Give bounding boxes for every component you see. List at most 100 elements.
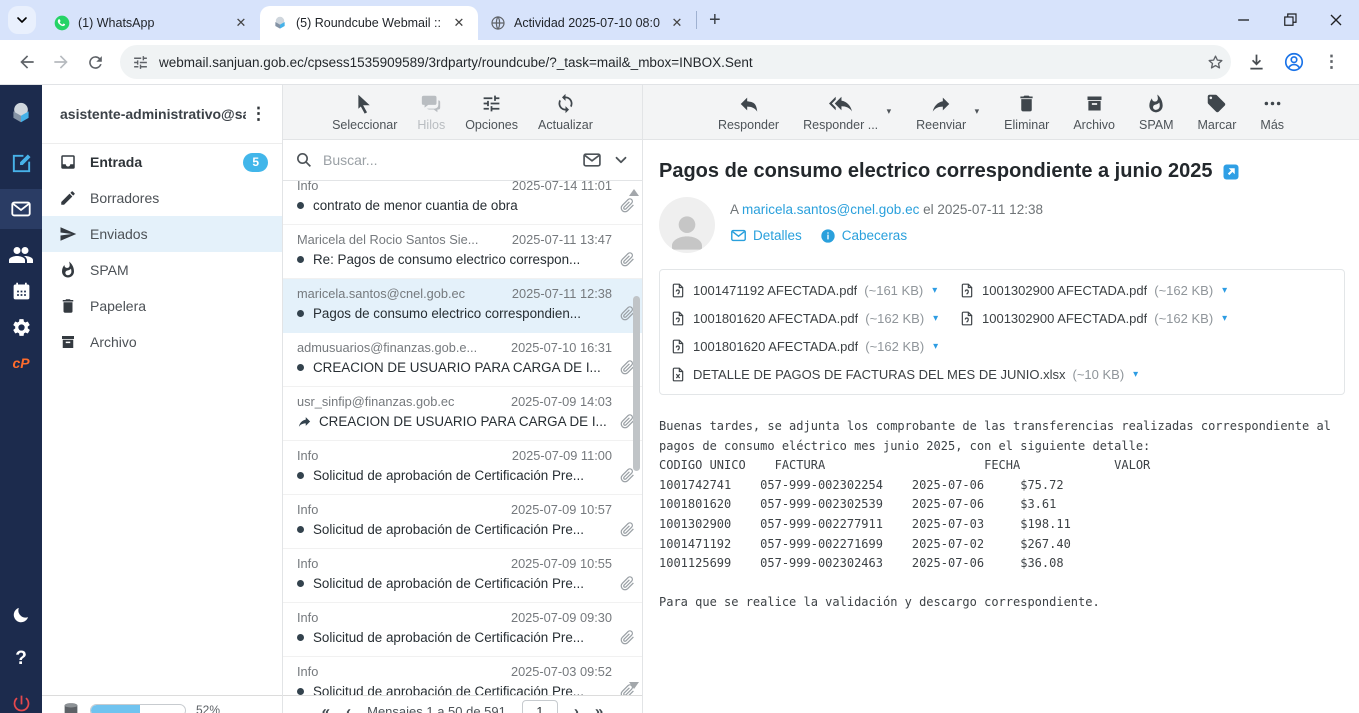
reply-button[interactable]: Responder [718, 93, 779, 132]
page-input[interactable] [522, 700, 558, 713]
attachment-item[interactable]: 1001302900 AFECTADA.pdf (~162 KB) ▾ [959, 304, 1248, 332]
sliders-icon [481, 93, 502, 115]
unread-dot [297, 472, 304, 479]
message-row[interactable]: admusuarios@finanzas.gob.e...2025-07-10 … [283, 333, 642, 387]
mark-button[interactable]: Marcar [1198, 93, 1237, 132]
attachment-menu-icon[interactable]: ▾ [1222, 285, 1227, 296]
headers-link[interactable]: Cabeceras [820, 228, 907, 244]
more-button[interactable]: Más [1260, 93, 1284, 132]
message-toolbar: Responder Responder ... ▾ Reenviar ▾ Eli… [643, 85, 1359, 140]
nav-contacts[interactable] [0, 237, 42, 273]
tab-search-button[interactable] [8, 6, 36, 34]
whatsapp-icon [54, 15, 70, 31]
folder-item-enviados[interactable]: Enviados [42, 216, 282, 252]
folder-item-entrada[interactable]: Entrada 5 [42, 144, 282, 180]
back-button[interactable] [10, 45, 44, 79]
attachment-menu-icon[interactable]: ▾ [1222, 313, 1227, 324]
chat-icon [420, 93, 442, 115]
list-scrollbar-thumb[interactable] [633, 296, 640, 471]
search-input[interactable] [323, 152, 572, 168]
url-text[interactable]: webmail.sanjuan.gob.ec/cpsess1535909589/… [159, 55, 1196, 70]
message-row-selected[interactable]: maricela.santos@cnel.gob.ec2025-07-11 12… [283, 279, 642, 333]
message-row[interactable]: usr_sinfip@finanzas.gob.ec2025-07-09 14:… [283, 387, 642, 441]
cpanel-icon: cP [12, 355, 29, 371]
folder-label: Entrada [90, 154, 142, 170]
tab-close-icon[interactable]: ✕ [232, 14, 250, 32]
nav-calendar[interactable] [0, 273, 42, 309]
attachment-item[interactable]: DETALLE DE PAGOS DE FACTURAS DEL MES DE … [670, 360, 1334, 388]
tab-whatsapp[interactable]: (1) WhatsApp ✕ [42, 6, 260, 40]
options-button[interactable]: Opciones [465, 93, 518, 132]
reply-all-button[interactable]: Responder ... ▾ [803, 93, 878, 132]
nav-cpanel[interactable]: cP [0, 345, 42, 381]
folder-item-archivo[interactable]: Archivo [42, 324, 282, 360]
browser-window: (1) WhatsApp ✕ (5) Roundcube Webmail :: … [0, 0, 1359, 713]
delete-button[interactable]: Eliminar [1004, 93, 1049, 132]
attachment-menu-icon[interactable]: ▾ [933, 341, 938, 352]
downloads-button[interactable] [1239, 45, 1273, 79]
download-icon [1246, 52, 1267, 73]
profile-button[interactable] [1277, 45, 1311, 79]
folder-label: SPAM [90, 262, 129, 278]
reload-button[interactable] [78, 45, 112, 79]
attachment-item[interactable]: 1001471192 AFECTADA.pdf (~161 KB) ▾ [670, 276, 959, 304]
forward-caret-icon[interactable]: ▾ [975, 106, 980, 117]
folder-item-papelera[interactable]: Papelera [42, 288, 282, 324]
minimize-button[interactable] [1221, 0, 1267, 40]
search-options-chevron-icon[interactable] [612, 151, 630, 169]
new-tab-button[interactable]: + [697, 9, 733, 32]
browser-menu-button[interactable]: ⋮ [1315, 45, 1349, 79]
tab-close-icon[interactable]: ✕ [668, 14, 686, 32]
compose-button[interactable] [0, 145, 42, 181]
address-bar[interactable]: webmail.sanjuan.gob.ec/cpsess1535909589/… [120, 45, 1231, 79]
folder-item-borradores[interactable]: Borradores [42, 180, 282, 216]
threads-button[interactable]: Hilos [417, 93, 445, 132]
message-subject: Pagos de consumo electrico correspondien… [659, 160, 1213, 183]
restore-button[interactable] [1267, 0, 1313, 40]
dark-mode-button[interactable] [0, 597, 42, 633]
attachment-item[interactable]: 1001801620 AFECTADA.pdf (~162 KB) ▾ [670, 332, 959, 360]
close-button[interactable] [1313, 0, 1359, 40]
attachment-menu-icon[interactable]: ▾ [1133, 369, 1138, 380]
search-scope-mail-icon[interactable] [582, 150, 602, 170]
attachment-item[interactable]: 1001801620 AFECTADA.pdf (~162 KB) ▾ [670, 304, 959, 332]
message-row[interactable]: Info2025-07-14 11:01 contrato de menor c… [283, 181, 642, 225]
scroll-down-arrow[interactable] [629, 682, 639, 689]
spam-button[interactable]: SPAM [1139, 93, 1174, 132]
message-list: Info2025-07-14 11:01 contrato de menor c… [283, 181, 642, 713]
recipient-email[interactable]: maricela.santos@cnel.gob.ec [742, 202, 919, 217]
tab-actividad[interactable]: Actividad 2025-07-10 08:00:00 ✕ [478, 6, 696, 40]
message-row[interactable]: Maricela del Rocio Santos Sie...2025-07-… [283, 225, 642, 279]
bookmark-star-icon[interactable] [1206, 53, 1225, 72]
refresh-button[interactable]: Actualizar [538, 93, 593, 132]
reply-all-caret-icon[interactable]: ▾ [887, 106, 892, 117]
last-page-button[interactable]: » [595, 703, 603, 713]
archive-button[interactable]: Archivo [1073, 93, 1115, 132]
site-settings-icon[interactable] [132, 54, 149, 71]
first-page-button[interactable]: « [322, 703, 330, 713]
prev-page-button[interactable]: ‹ [346, 703, 351, 713]
tab-close-icon[interactable]: ✕ [450, 14, 468, 32]
next-page-button[interactable]: › [574, 703, 579, 713]
folder-item-spam[interactable]: SPAM [42, 252, 282, 288]
help-button[interactable]: ? [0, 641, 42, 677]
message-row[interactable]: Info2025-07-09 10:55 Solicitud de aproba… [283, 549, 642, 603]
nav-mail[interactable] [0, 189, 42, 229]
message-row[interactable]: Info2025-07-09 09:30 Solicitud de aproba… [283, 603, 642, 657]
details-link[interactable]: Detalles [730, 227, 802, 244]
open-in-new-window-icon[interactable] [1222, 163, 1240, 181]
account-menu-button[interactable]: ⋮ [246, 104, 272, 124]
scroll-up-arrow[interactable] [629, 189, 639, 196]
message-row[interactable]: Info2025-07-09 10:57 Solicitud de aproba… [283, 495, 642, 549]
nav-settings[interactable] [0, 309, 42, 345]
attachment-menu-icon[interactable]: ▾ [933, 313, 938, 324]
message-row[interactable]: Info2025-07-09 11:00 Solicitud de aproba… [283, 441, 642, 495]
attachment-menu-icon[interactable]: ▾ [932, 285, 937, 296]
forward-button[interactable] [44, 45, 78, 79]
select-button[interactable]: Seleccionar [332, 93, 397, 132]
logout-button[interactable] [0, 685, 42, 713]
attachment-item[interactable]: 1001302900 AFECTADA.pdf (~162 KB) ▾ [959, 276, 1248, 304]
search-bar [283, 140, 642, 181]
forward-button[interactable]: Reenviar ▾ [916, 93, 966, 132]
tab-roundcube[interactable]: (5) Roundcube Webmail :: Envia ✕ [260, 6, 478, 40]
